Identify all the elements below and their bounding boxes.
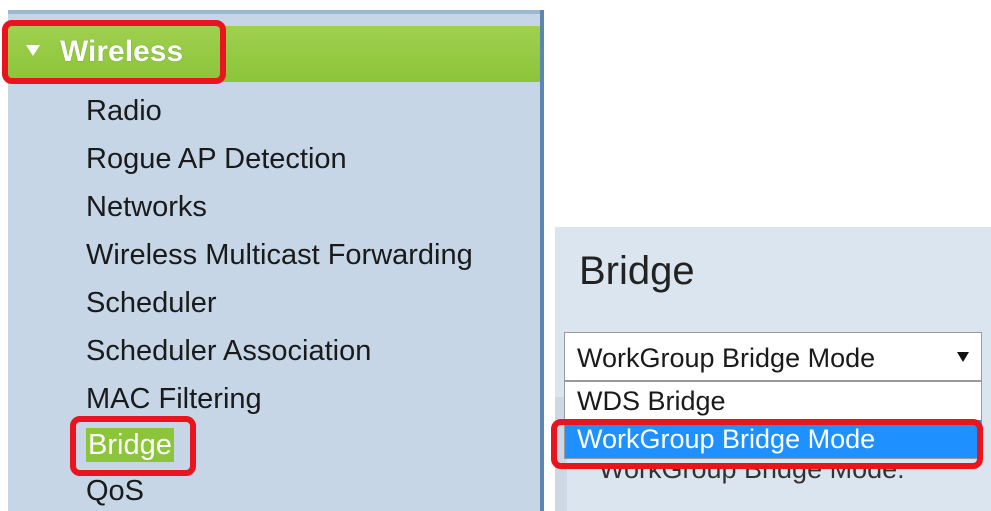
select-current-value: WorkGroup Bridge Mode xyxy=(577,343,876,373)
sidebar-item-qos[interactable]: QoS xyxy=(86,474,144,508)
sidebar-nav: Wireless Radio Rogue AP Detection Networ… xyxy=(2,10,544,511)
sidebar-item-scheduler[interactable]: Scheduler xyxy=(86,286,217,320)
callout-highlight-option xyxy=(551,419,983,469)
obscured-label: WorkGroup Bridge Mode: xyxy=(599,467,905,484)
page-title: Bridge xyxy=(579,249,695,293)
bridge-settings-panel: Bridge WorkGroup Bridge Mode WorkGroup B… xyxy=(551,227,991,511)
sidebar-item-wireless-multicast-forwarding[interactable]: Wireless Multicast Forwarding xyxy=(86,238,473,272)
sidebar-item-radio[interactable]: Radio xyxy=(86,94,162,128)
callout-highlight-bridge xyxy=(70,416,196,476)
triangle-down-icon[interactable] xyxy=(957,352,969,362)
sidebar-item-mac-filtering[interactable]: MAC Filtering xyxy=(86,382,262,416)
sidebar-item-networks[interactable]: Networks xyxy=(86,190,207,224)
sidebar-item-scheduler-association[interactable]: Scheduler Association xyxy=(86,334,371,368)
bridge-mode-select[interactable]: WorkGroup Bridge Mode xyxy=(564,332,982,381)
sidebar-item-rogue-ap-detection[interactable]: Rogue AP Detection xyxy=(86,142,347,176)
obscured-text-wrap: WorkGroup Bridge Mode: xyxy=(555,467,991,485)
option-wds-bridge[interactable]: WDS Bridge xyxy=(565,382,981,420)
